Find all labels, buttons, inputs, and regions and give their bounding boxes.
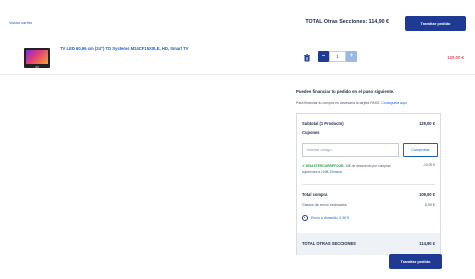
financing-link[interactable]: Consíguela aquí bbox=[381, 101, 407, 105]
quantity-plus-button[interactable]: + bbox=[346, 51, 357, 62]
subtotal-label: Subtotal (1 Producto) bbox=[302, 121, 344, 126]
total-sections-label: TOTAL OTRAS SECCIONES bbox=[302, 241, 356, 246]
total-sections-row: TOTAL OTRAS SECCIONES 114,90 € bbox=[302, 241, 435, 246]
trash-icon[interactable] bbox=[303, 54, 311, 62]
shipping-row: Gastos de envío estimados 5,90 € bbox=[302, 203, 435, 207]
coupon-value: -10,00 € bbox=[422, 163, 435, 167]
coupon-code: DISASTERCARREFOUR bbox=[305, 164, 344, 168]
financing-text: Para financiar tu compra es necesaria la… bbox=[296, 101, 407, 105]
order-summary: Subtotal (1 Producto) 129,00 € Cupones I… bbox=[296, 113, 441, 255]
total-compra-value: 109,00 € bbox=[419, 192, 435, 197]
empty-cart-link[interactable]: Vaciar carrito bbox=[9, 20, 32, 25]
total-compra-label: Total compra bbox=[302, 192, 328, 197]
shipping-label: Gastos de envío estimados bbox=[302, 203, 347, 207]
coupon-apply-button[interactable]: Comprobar bbox=[403, 143, 438, 157]
product-image[interactable] bbox=[24, 48, 50, 68]
financing-title: Puedes financiar tu pedido en el paso si… bbox=[296, 89, 395, 94]
financing-text-body: Para financiar tu compra es necesaria la… bbox=[296, 101, 381, 105]
shipping-option-label: Envío a domicilio: 5,90 € bbox=[311, 216, 350, 220]
quantity-input[interactable]: 1 bbox=[329, 51, 346, 62]
shipping-option-radio[interactable]: Envío a domicilio: 5,90 € bbox=[302, 215, 349, 221]
coupons-row: Cupones bbox=[302, 130, 435, 135]
coupon-code-input[interactable]: Insertar código... bbox=[302, 143, 399, 157]
product-row: TV LED 60,96 cm (24") TD Systems M24CF15… bbox=[0, 40, 475, 75]
coupon-remove-link[interactable]: Eliminar bbox=[330, 170, 342, 174]
total-sections-band: TOTAL OTRAS SECCIONES 114,90 € bbox=[297, 233, 440, 255]
checkout-button-bottom[interactable]: Tramitar pedido bbox=[389, 254, 442, 269]
subtotal-value: 129,00 € bbox=[419, 121, 435, 126]
product-price: 129,00 € bbox=[447, 55, 464, 60]
coupons-label: Cupones bbox=[302, 130, 320, 135]
header-total-label: TOTAL Otras Secciones: bbox=[305, 19, 368, 25]
total-sections-value: 114,90 € bbox=[419, 241, 435, 246]
applied-coupon: ✔ DISASTERCARREFOUR: 10€ de descuento po… bbox=[302, 163, 402, 175]
shipping-value: 5,90 € bbox=[424, 203, 435, 207]
quantity-minus-button[interactable]: – bbox=[318, 51, 329, 62]
coupon-description-1: : 10€ de descuento por bbox=[343, 164, 378, 168]
summary-divider bbox=[302, 184, 435, 185]
header-total: TOTAL Otras Secciones: 114,90 € bbox=[305, 19, 389, 25]
check-icon: ✔ bbox=[302, 164, 305, 168]
product-name-link[interactable]: TV LED 60,96 cm (24") TD Systems M24CF15… bbox=[60, 46, 189, 51]
cart-page: Vaciar carrito TOTAL Otras Secciones: 11… bbox=[0, 0, 475, 279]
subtotal-row: Subtotal (1 Producto) 129,00 € bbox=[302, 121, 435, 126]
quantity-stepper: – 1 + bbox=[318, 51, 357, 62]
header-total-value: 114,90 € bbox=[368, 19, 389, 25]
checkout-button-top[interactable]: Tramitar pedido bbox=[405, 16, 466, 31]
total-compra-row: Total compra 109,00 € bbox=[302, 192, 435, 197]
radio-selected-icon bbox=[302, 215, 308, 221]
